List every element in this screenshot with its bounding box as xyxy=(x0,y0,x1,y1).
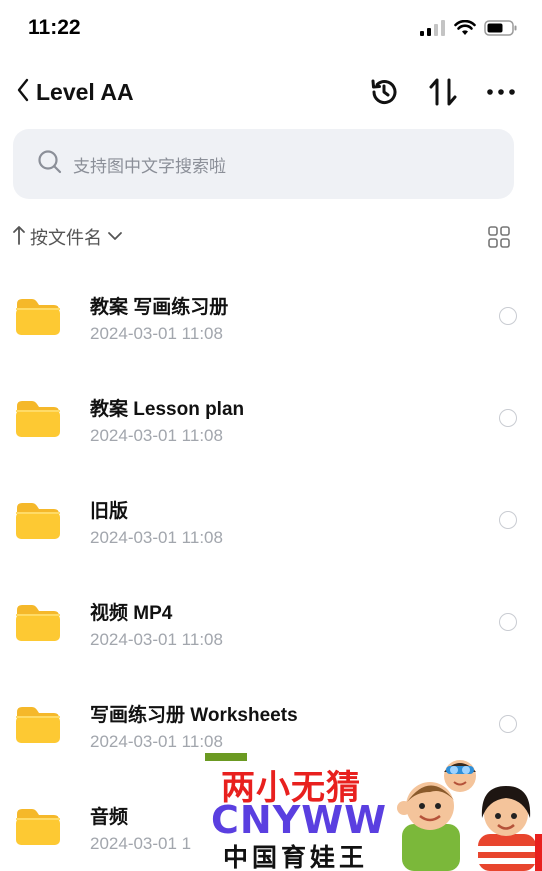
folder-name: 写画练习册 Worksheets xyxy=(90,705,298,726)
watermark-logo: 两小无猜 CNYWW 中国育娃王 xyxy=(203,752,542,871)
cartoon-kids-illustration xyxy=(392,752,542,871)
watermark-line-2: CNYWW xyxy=(211,798,388,842)
folder-item[interactable]: 教案 Lesson plan 2024-03-01 11:08 xyxy=(0,366,542,468)
folder-item[interactable]: 视频 MP4 2024-03-01 11:08 xyxy=(0,570,542,672)
nav-actions xyxy=(368,76,516,108)
wifi-icon xyxy=(454,19,476,41)
sort-order-icon[interactable] xyxy=(428,76,458,108)
folder-item[interactable]: 旧版 2024-03-01 11:08 xyxy=(0,468,542,570)
status-icons xyxy=(420,19,518,41)
history-icon[interactable] xyxy=(368,76,400,108)
chevron-down-icon xyxy=(106,227,124,248)
chevron-left-icon xyxy=(16,78,30,107)
search-input[interactable]: 支持图中文字搜索啦 xyxy=(13,129,514,199)
more-icon[interactable] xyxy=(486,76,516,108)
folder-name: 旧版 xyxy=(90,501,129,522)
folder-date: 2024-03-01 11:08 xyxy=(90,324,223,343)
select-radio[interactable] xyxy=(499,409,517,427)
select-radio[interactable] xyxy=(499,613,517,631)
search-placeholder: 支持图中文字搜索啦 xyxy=(73,156,226,176)
folder-date: 2024-03-01 11:08 xyxy=(90,630,223,649)
arrow-up-icon xyxy=(12,225,26,250)
folder-date: 2024-03-01 11:08 xyxy=(90,528,223,547)
folder-name: 视频 MP4 xyxy=(90,603,173,624)
folder-name: 教案 Lesson plan xyxy=(90,399,245,420)
folder-icon xyxy=(15,602,61,647)
select-radio[interactable] xyxy=(499,511,517,529)
folder-icon xyxy=(15,806,61,851)
status-bar: 11:22 xyxy=(0,0,542,60)
status-time: 11:22 xyxy=(28,16,81,39)
folder-icon xyxy=(15,500,61,545)
folder-date: 2024-03-01 11:08 xyxy=(90,732,223,751)
cellular-signal-icon xyxy=(420,20,446,41)
folder-icon xyxy=(15,398,61,443)
folder-date: 2024-03-01 1 xyxy=(90,834,192,853)
search-icon xyxy=(37,149,63,180)
sort-by-name-button[interactable]: 按文件名 xyxy=(12,224,124,250)
folder-item[interactable]: 教案 写画练习册 2024-03-01 11:08 xyxy=(0,264,542,366)
select-radio[interactable] xyxy=(499,307,517,325)
select-radio[interactable] xyxy=(499,715,517,733)
back-button[interactable]: Level AA xyxy=(16,78,134,107)
battery-icon xyxy=(484,20,518,41)
watermark-line-3: 中国育娃王 xyxy=(223,843,369,871)
folder-icon xyxy=(15,704,61,749)
folder-date: 2024-03-01 11:08 xyxy=(90,426,223,445)
folder-icon xyxy=(15,296,61,341)
sort-row: 按文件名 xyxy=(0,222,542,252)
sort-label: 按文件名 xyxy=(30,228,102,248)
folder-name: 教案 写画练习册 xyxy=(90,297,229,318)
folder-name: 音频 xyxy=(90,807,129,828)
page-title: Level AA xyxy=(36,79,134,105)
grid-view-icon[interactable] xyxy=(488,226,510,253)
navigation-bar: Level AA xyxy=(0,70,542,118)
